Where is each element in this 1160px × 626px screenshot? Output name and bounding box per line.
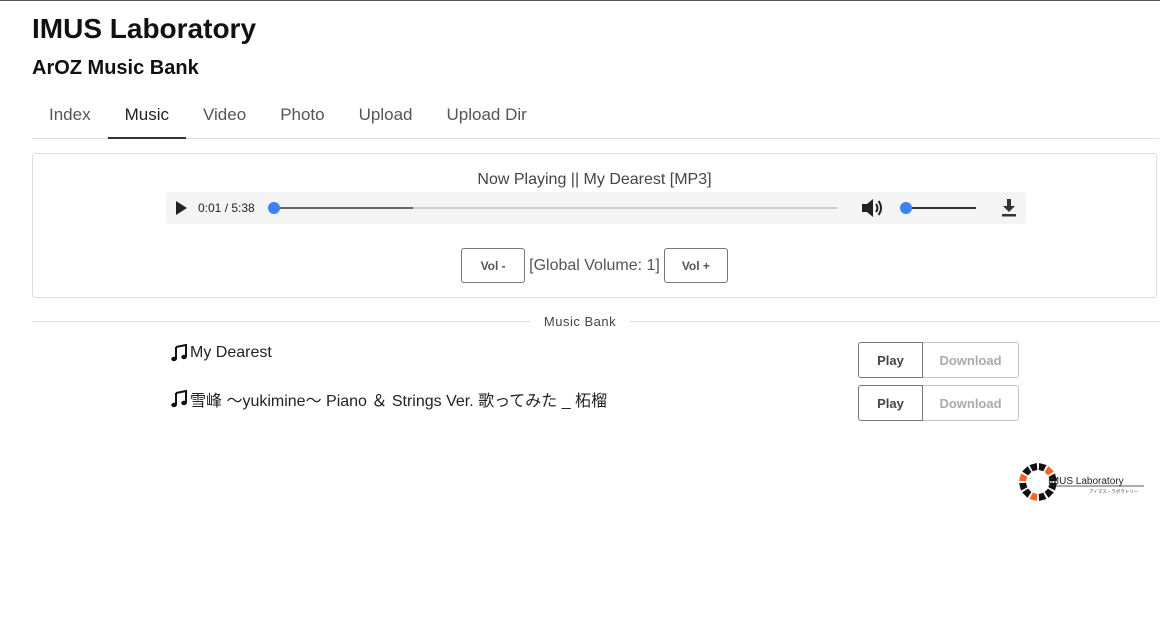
logo-segment <box>1029 463 1038 472</box>
logo-segment <box>1038 492 1047 501</box>
global-volume-label: [Global Volume: 1] <box>529 256 660 274</box>
seek-buffered <box>272 207 414 209</box>
track-actions: Play Download <box>858 385 1019 421</box>
logo-text: IMUS Laboratory <box>1048 476 1124 487</box>
tab-photo[interactable]: Photo <box>263 97 341 137</box>
volume-controls: Vol - [Global Volume: 1] Vol + <box>33 248 1156 283</box>
logo-segment <box>1029 492 1038 501</box>
track-actions: Play Download <box>858 342 1019 378</box>
track-row: 雪峰 ～yukimine～ Piano ＆ Strings Ver. 歌ってみた… <box>170 385 1020 425</box>
site-title: IMUS Laboratory <box>32 13 257 44</box>
track-row: My Dearest Play Download <box>170 342 1020 382</box>
now-playing-label: Now Playing || My Dearest [MP3] <box>477 171 712 188</box>
logo-segment <box>1022 488 1032 498</box>
tab-upload-dir[interactable]: Upload Dir <box>430 97 544 137</box>
imus-laboratory-logo: IMUS Laboratory アイマス・ラボラトリー <box>1019 463 1144 501</box>
vol-up-button[interactable]: Vol + <box>663 248 728 283</box>
logo-segment <box>1019 482 1028 491</box>
track-name: My Dearest <box>190 344 272 361</box>
download-icon[interactable] <box>1000 198 1018 218</box>
volume-thumb[interactable] <box>900 202 912 214</box>
track-name: 雪峰 ～yukimine～ Piano ＆ Strings Ver. 歌ってみた… <box>190 393 608 410</box>
nav-tabs: Index Music Video Photo Upload Upload Di… <box>32 97 1159 139</box>
seek-thumb[interactable] <box>267 202 280 214</box>
logo-segment <box>1038 463 1047 472</box>
play-icon[interactable] <box>176 201 187 215</box>
section-label: Music Bank <box>529 314 631 329</box>
volume-icon[interactable] <box>860 197 884 219</box>
tab-video[interactable]: Video <box>186 97 263 137</box>
vol-down-button[interactable]: Vol - <box>461 248 526 283</box>
play-button[interactable]: Play <box>858 342 923 378</box>
logo-segment <box>1044 488 1054 498</box>
logo-subtext: アイマス・ラボラトリー <box>1089 488 1139 495</box>
music-note-icon <box>171 390 187 408</box>
music-note-icon <box>171 344 187 362</box>
tab-music[interactable]: Music <box>107 97 186 139</box>
logo-segment <box>1022 466 1032 476</box>
player-card: Now Playing || My Dearest [MP3] 0:01 / 5… <box>32 153 1157 298</box>
page-subtitle: ArOZ Music Bank <box>32 57 199 79</box>
download-button[interactable]: Download <box>923 342 1019 378</box>
play-button[interactable]: Play <box>858 385 923 421</box>
logo-segment <box>1044 466 1054 476</box>
volume-slider[interactable] <box>900 202 976 214</box>
seek-slider[interactable] <box>267 202 837 214</box>
audio-player: 0:01 / 5:38 <box>166 192 1026 224</box>
logo-segment <box>1019 473 1028 482</box>
tab-index[interactable]: Index <box>32 97 108 137</box>
download-button[interactable]: Download <box>923 385 1019 421</box>
time-display: 0:01 / 5:38 <box>198 201 255 215</box>
tab-upload[interactable]: Upload <box>342 97 430 137</box>
